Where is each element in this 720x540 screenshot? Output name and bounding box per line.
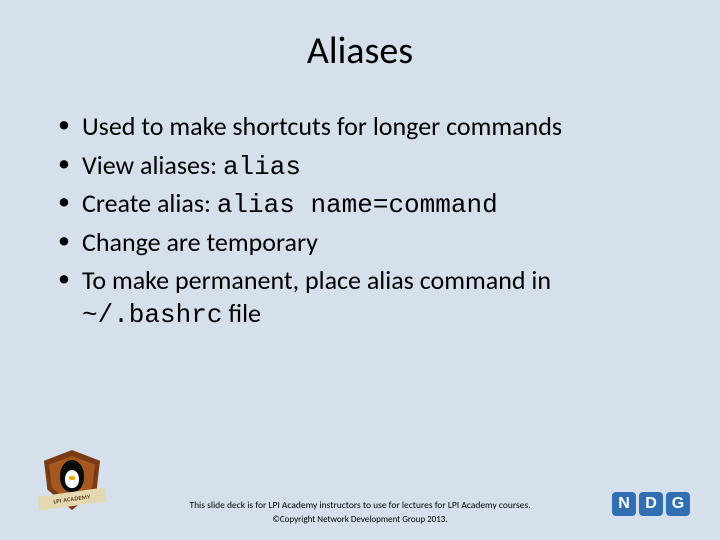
bullet-text: Create alias: — [82, 187, 217, 219]
slide-body: Used to make shortcuts for longer comman… — [0, 74, 720, 331]
ndg-g-icon: G — [666, 492, 690, 516]
bullet-text: Used to make shortcuts for longer comman… — [82, 110, 562, 142]
bullet-code: alias name=command — [217, 190, 498, 220]
bullet-item: Change are temporary — [58, 226, 672, 261]
slide: Aliases Used to make shortcuts for longe… — [0, 0, 720, 540]
ndg-d-icon: D — [639, 492, 663, 516]
ndg-n-icon: N — [612, 492, 636, 516]
bullet-item: Used to make shortcuts for longer comman… — [58, 110, 672, 145]
bullet-item: Create alias: alias name=command — [58, 187, 672, 222]
bullet-list: Used to make shortcuts for longer comman… — [58, 110, 672, 331]
slide-title: Aliases — [0, 0, 720, 74]
bullet-text: View aliases: — [82, 149, 223, 181]
bullet-code: ~/.bashrc — [82, 300, 222, 330]
bullet-text: Change are temporary — [82, 226, 318, 258]
ndg-logo: N D G — [612, 492, 690, 516]
penguin-icon — [60, 460, 84, 492]
bullet-code: alias — [223, 152, 301, 182]
bullet-item: To make permanent, place alias command i… — [58, 264, 672, 331]
bullet-text-post: file — [222, 297, 261, 329]
bullet-text: To make permanent, place alias command i… — [82, 264, 551, 296]
bullet-item: View aliases: alias — [58, 149, 672, 184]
